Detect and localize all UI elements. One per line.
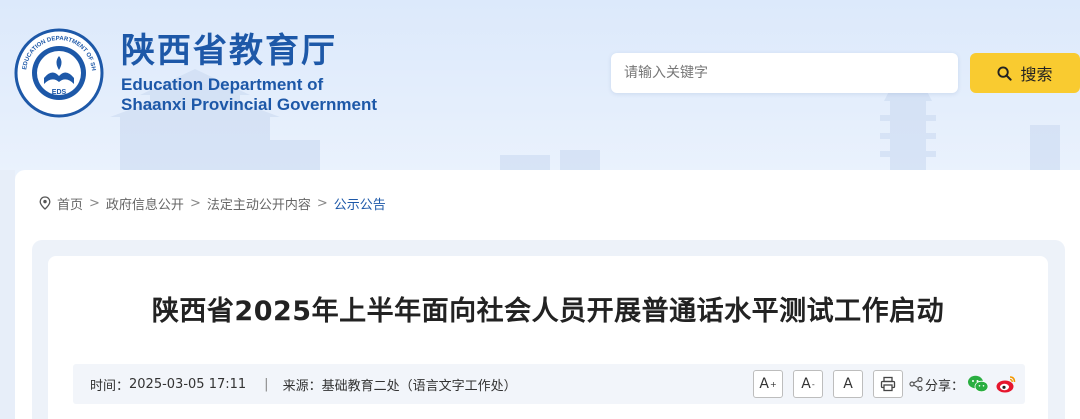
breadcrumb-current[interactable]: 公示公告 (334, 194, 386, 213)
share-label: 分享： (909, 364, 964, 404)
article-meta-bar: 时间： 2025-03-05 17:11 | 来源： 基础教育二处（语言文字工作… (73, 364, 1025, 404)
breadcrumb-home[interactable]: 首页 (57, 194, 83, 213)
svg-text:EDS: EDS (52, 89, 67, 96)
share-label-text: 分享： (925, 378, 965, 394)
search-box (611, 53, 958, 93)
source-value: 基础教育二处（语言文字工作处） (321, 378, 517, 394)
site-logo-title-en-line1: Education Department of (121, 75, 324, 94)
breadcrumb-separator: > (316, 195, 328, 211)
share-icon (909, 377, 923, 391)
wechat-icon[interactable] (967, 374, 989, 394)
breadcrumb-gov-info[interactable]: 政府信息公开 (106, 194, 184, 213)
breadcrumb-separator: > (89, 195, 100, 211)
search-button-label: 搜索 (1020, 65, 1053, 84)
breadcrumb-separator: > (189, 195, 201, 211)
breadcrumb: 首页 > 政府信息公开 > 法定主动公开内容 > 公示公告 (39, 193, 386, 213)
time-label: 时间： (90, 378, 130, 394)
font-increase-button[interactable]: A + (753, 370, 783, 398)
font-decrease-label: A (801, 376, 811, 392)
font-decrease-sup: - (811, 379, 815, 389)
font-increase-sup: + (769, 379, 777, 389)
location-pin-icon (39, 196, 51, 210)
meta-divider: | (264, 376, 269, 392)
font-decrease-button[interactable]: A- (793, 370, 823, 398)
search-button[interactable]: 搜索 (970, 53, 1080, 93)
publish-time: 2025-03-05 17:11 (129, 376, 247, 392)
weibo-icon[interactable] (995, 374, 1017, 394)
print-button[interactable] (873, 370, 903, 398)
font-default-label: A (843, 376, 853, 392)
font-default-button[interactable]: A (833, 370, 863, 398)
page-edge (0, 170, 15, 419)
article-meta-text: 时间： 2025-03-05 17:11 | 来源： 基础教育二处（语言文字工作… (90, 364, 517, 404)
search-icon (997, 65, 1013, 81)
source-label: 来源： (282, 378, 322, 394)
department-emblem-logo[interactable]: EDS EDUCATION DEPARTMENT OF SHAANXI (14, 28, 104, 118)
site-logo-title-en[interactable]: Education Department of Shaanxi Provinci… (121, 75, 377, 115)
printer-icon (880, 376, 896, 392)
article-title: 陕西省2025年上半年面向社会人员开展普通话水平测试工作启动 (151, 296, 945, 327)
breadcrumb-statutory-content[interactable]: 法定主动公开内容 (207, 194, 311, 213)
site-logo-title-en-line2: Shaanxi Provincial Government (121, 95, 378, 114)
search-input[interactable] (611, 53, 958, 93)
font-increase-label: A (759, 376, 769, 392)
site-logo-title-cn[interactable]: 陕西省教育厅 (121, 33, 337, 69)
